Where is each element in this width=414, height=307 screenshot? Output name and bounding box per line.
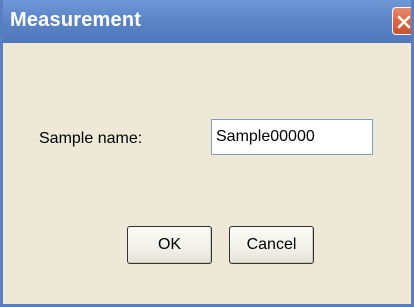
measurement-dialog: Measurement Sample name: OK Cancel <box>0 0 414 307</box>
sample-name-label: Sample name: <box>39 130 143 147</box>
sample-name-input[interactable] <box>211 119 373 155</box>
window-title: Measurement <box>10 9 142 31</box>
close-button[interactable] <box>392 7 411 35</box>
cancel-button[interactable]: Cancel <box>229 226 314 264</box>
title-bar[interactable]: Measurement <box>3 0 411 43</box>
close-icon <box>397 15 411 29</box>
ok-button[interactable]: OK <box>127 226 212 264</box>
